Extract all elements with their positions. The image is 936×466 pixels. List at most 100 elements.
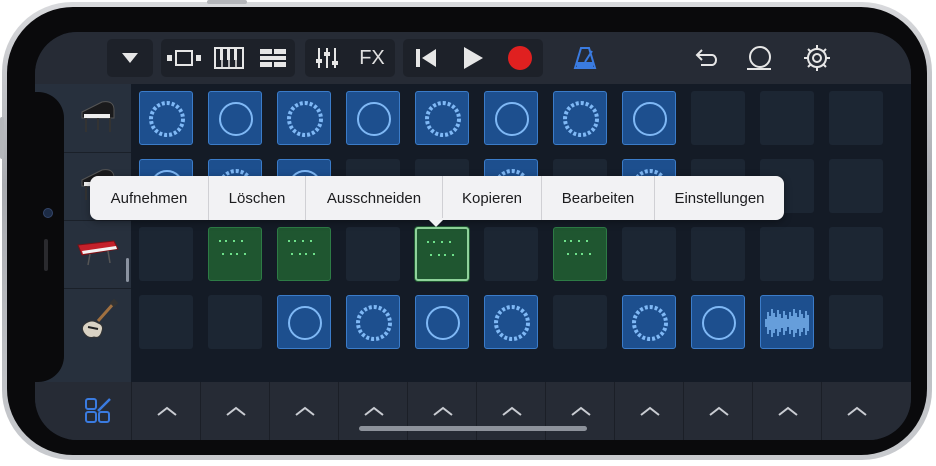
tracks-view-icon[interactable]: [161, 39, 207, 77]
earpiece-speaker: [44, 239, 48, 271]
empty-cell[interactable]: [208, 295, 262, 349]
track-header-grand-piano[interactable]: [64, 84, 131, 153]
scene-trigger-button[interactable]: [338, 382, 408, 440]
chevron-up-icon: [363, 406, 384, 416]
chevron-up-icon: [639, 406, 660, 416]
empty-cell[interactable]: [622, 227, 676, 281]
loop-cell[interactable]: [139, 91, 193, 145]
chevron-up-icon: [432, 406, 453, 416]
transport-group: [403, 39, 543, 77]
loop-cell[interactable]: [760, 295, 814, 349]
loop-ring-icon: [563, 101, 599, 137]
synth-keyboard-icon: [76, 237, 120, 272]
loop-cell[interactable]: [208, 91, 262, 145]
loop-ring-icon: [495, 102, 529, 136]
loop-cell[interactable]: [277, 227, 331, 281]
keyboard-icon[interactable]: [207, 39, 251, 77]
loop-ring-icon: [149, 101, 185, 137]
loop-ring-icon: [287, 101, 323, 137]
view-group: [161, 39, 295, 77]
chevron-down-icon[interactable]: [107, 39, 153, 77]
live-loops-icon[interactable]: [251, 39, 295, 77]
empty-cell[interactable]: [346, 227, 400, 281]
chevron-up-icon: [708, 406, 729, 416]
loop-cell[interactable]: [346, 91, 400, 145]
sensor-housing: [35, 92, 64, 382]
empty-cell[interactable]: [829, 91, 883, 145]
front-camera: [43, 208, 53, 218]
loop-cell[interactable]: [415, 295, 469, 349]
scene-trigger-button[interactable]: [131, 382, 201, 440]
electric-guitar-icon: [78, 298, 118, 346]
scene-trigger-button[interactable]: [545, 382, 615, 440]
loop-cell[interactable]: [622, 91, 676, 145]
record-icon[interactable]: [497, 39, 543, 77]
loop-cell[interactable]: [208, 227, 262, 281]
empty-cell[interactable]: [553, 295, 607, 349]
chevron-up-icon: [777, 406, 798, 416]
context-menu-item-3[interactable]: Ausschneiden: [306, 176, 443, 220]
empty-cell[interactable]: [691, 91, 745, 145]
empty-cell[interactable]: [829, 227, 883, 281]
scene-trigger-button[interactable]: [614, 382, 684, 440]
home-indicator: [359, 426, 587, 431]
empty-cell[interactable]: [691, 227, 745, 281]
midi-notes-icon: [427, 241, 454, 256]
fx-button[interactable]: FX: [349, 39, 395, 77]
loop-ring-icon: [702, 306, 736, 340]
loop-ring-icon: [357, 102, 391, 136]
scene-trigger-button[interactable]: [476, 382, 546, 440]
track-resize-handle[interactable]: [126, 258, 129, 282]
metronome-icon[interactable]: [565, 39, 605, 77]
settings-icon[interactable]: [797, 39, 837, 77]
track-header-synth[interactable]: [64, 220, 131, 289]
phone-frame: FX: [0, 0, 932, 460]
empty-cell[interactable]: [139, 227, 193, 281]
rewind-icon[interactable]: [403, 39, 449, 77]
empty-cell[interactable]: [484, 227, 538, 281]
loop-cell[interactable]: [415, 91, 469, 145]
loop-cell[interactable]: [277, 91, 331, 145]
loop-cell[interactable]: [553, 91, 607, 145]
chevron-up-icon: [294, 406, 315, 416]
mix-group: FX: [305, 39, 395, 77]
context-menu-item-4[interactable]: Kopieren: [443, 176, 542, 220]
context-menu-item-5[interactable]: Bearbeiten: [542, 176, 655, 220]
grid-edit-icon[interactable]: [64, 382, 131, 440]
loop-browser-icon[interactable]: [739, 39, 779, 77]
mixer-icon[interactable]: [305, 39, 349, 77]
scene-trigger-button[interactable]: [407, 382, 477, 440]
context-menu-item-2[interactable]: Löschen: [209, 176, 306, 220]
loop-cell[interactable]: [346, 295, 400, 349]
empty-cell[interactable]: [139, 295, 193, 349]
loop-cell[interactable]: [277, 295, 331, 349]
empty-cell[interactable]: [760, 91, 814, 145]
loop-cell[interactable]: [484, 295, 538, 349]
loop-cell[interactable]: [553, 227, 607, 281]
chevron-up-icon: [570, 406, 591, 416]
loop-cell[interactable]: [484, 91, 538, 145]
context-menu-item-6[interactable]: Einstellungen: [655, 176, 784, 220]
empty-cell[interactable]: [829, 159, 883, 213]
context-menu-item-1[interactable]: Aufnehmen: [90, 176, 209, 220]
scene-trigger-button[interactable]: [752, 382, 822, 440]
play-icon[interactable]: [449, 39, 497, 77]
live-loops-grid: [131, 84, 911, 382]
scene-trigger-button[interactable]: [821, 382, 891, 440]
volume-button: [0, 117, 4, 159]
loop-ring-icon: [288, 306, 322, 340]
loop-ring-icon: [356, 305, 392, 341]
waveform-icon: [765, 309, 809, 337]
track-header-guitar[interactable]: [64, 288, 131, 356]
scene-trigger-button[interactable]: [269, 382, 339, 440]
loop-cell[interactable]: [622, 295, 676, 349]
undo-icon[interactable]: [685, 39, 725, 77]
cell-context-menu: Aufnehmen Löschen Ausschneiden Kopieren Bear…: [90, 176, 784, 220]
scene-trigger-button[interactable]: [683, 382, 753, 440]
empty-cell[interactable]: [760, 227, 814, 281]
context-menu-pointer: [427, 218, 445, 227]
empty-cell[interactable]: [829, 295, 883, 349]
scene-trigger-button[interactable]: [200, 382, 270, 440]
loop-cell[interactable]: [691, 295, 745, 349]
loop-cell[interactable]: [415, 227, 469, 281]
